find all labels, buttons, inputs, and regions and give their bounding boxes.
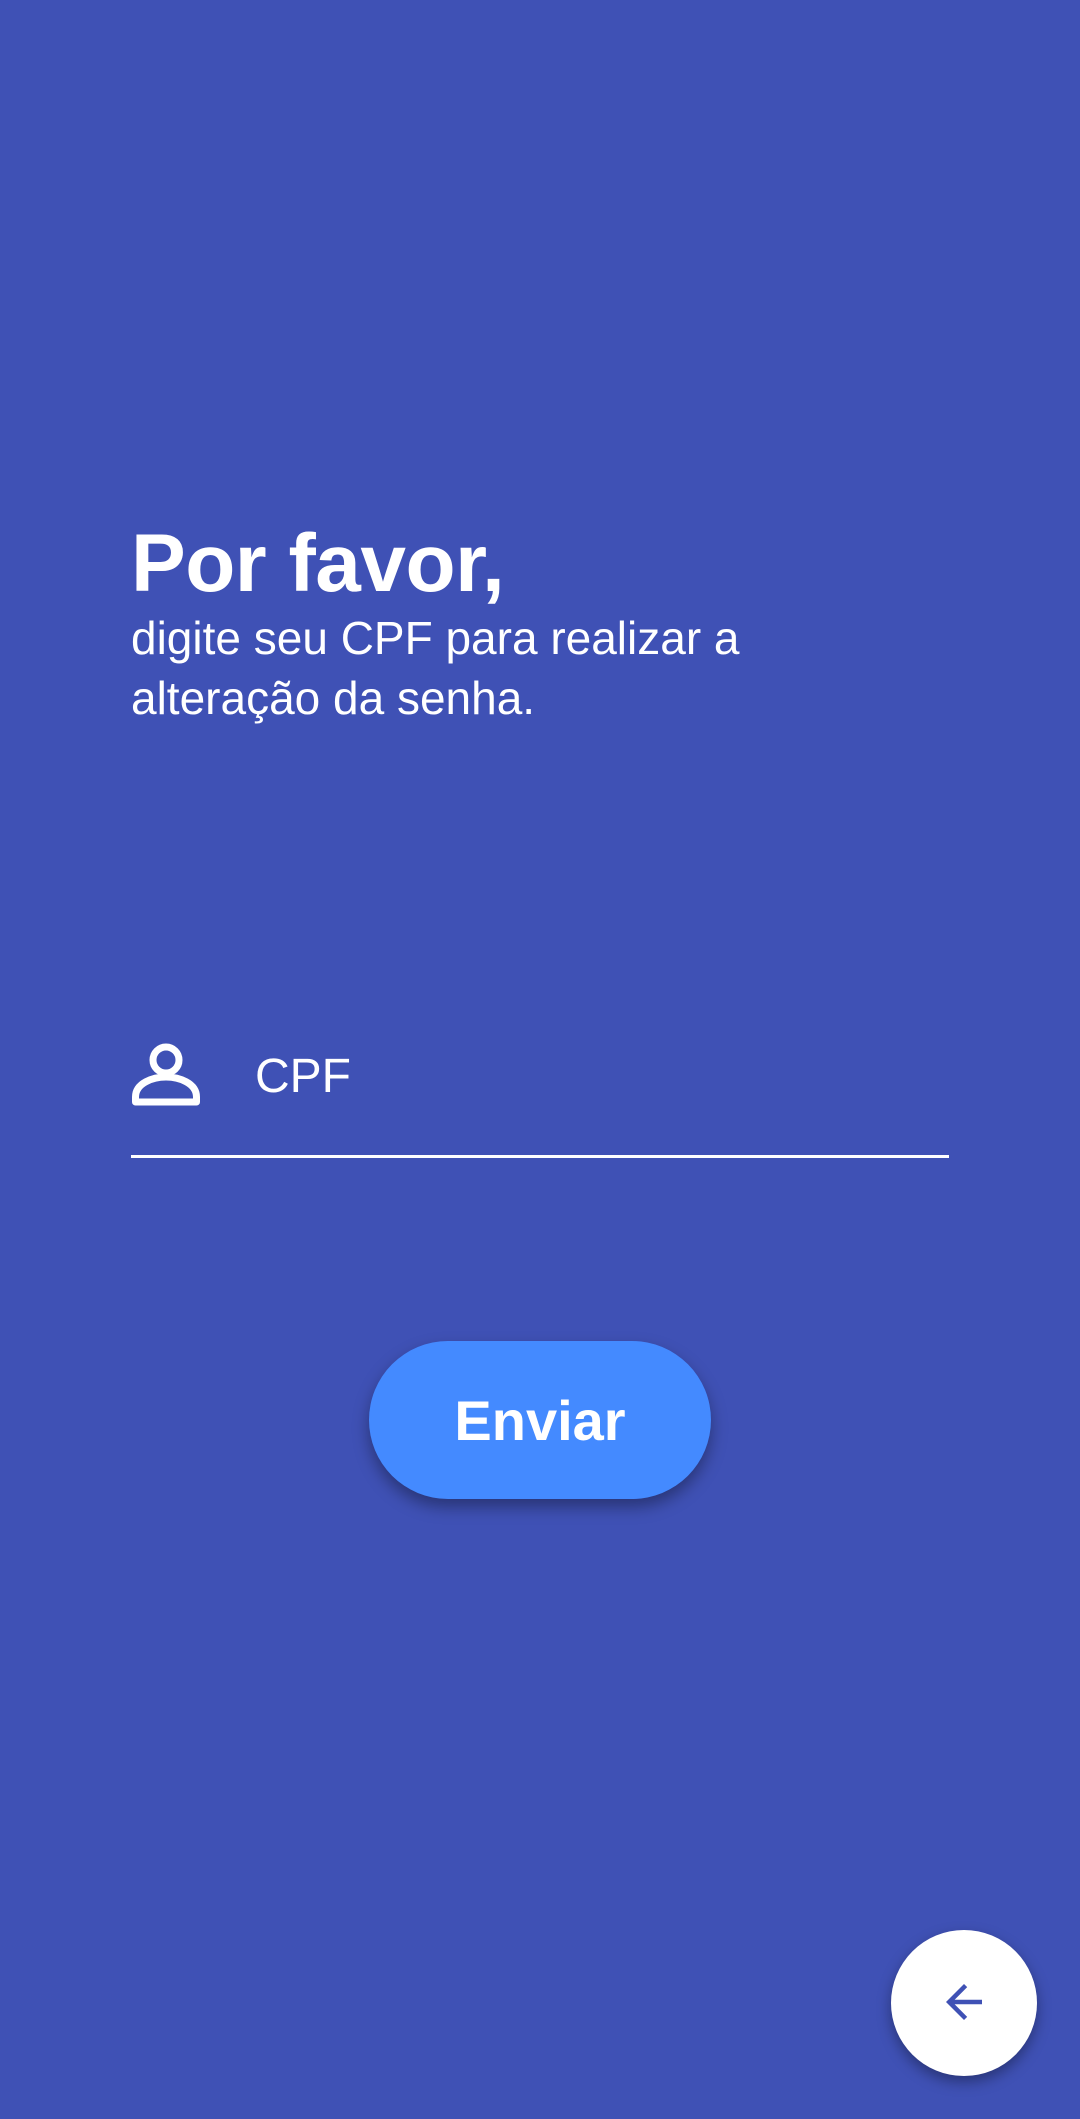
- page-title: Por favor,: [131, 518, 505, 609]
- page-subtitle: digite seu CPF para realizar a alteração…: [131, 612, 740, 724]
- back-button[interactable]: [891, 1930, 1037, 2076]
- arrow-back-icon: [937, 1975, 991, 2032]
- cpf-input[interactable]: [255, 1036, 935, 1116]
- cpf-field[interactable]: [131, 1018, 949, 1158]
- send-button[interactable]: Enviar: [369, 1341, 711, 1499]
- person-icon: [131, 1040, 201, 1110]
- change-password-screen: Por favor, digite seu CPF para realizar …: [0, 0, 1080, 2119]
- cpf-underline: [131, 1155, 949, 1158]
